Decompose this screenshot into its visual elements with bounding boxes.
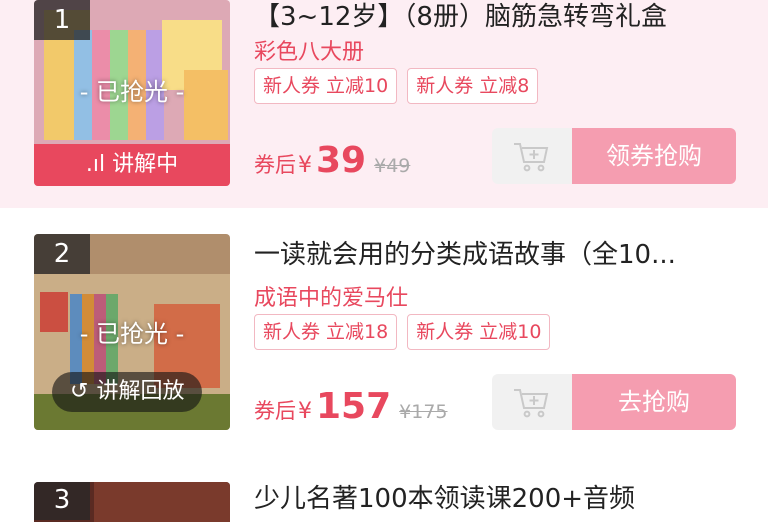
coupon-tag[interactable]: 新人券 立减10 (254, 68, 398, 104)
price-row: 券后¥ 157 ¥175 (254, 386, 448, 427)
add-to-cart-button[interactable] (492, 128, 572, 184)
coupon-tag[interactable]: 新人券 立减18 (254, 314, 398, 350)
add-to-cart-button[interactable] (492, 374, 572, 430)
price-label: 券后 (254, 399, 296, 423)
product-item[interactable]: 1 - 已抢光 - .ıl 讲解中 【3~12岁】（8册）脑筋急转弯礼盒 彩色八… (0, 0, 768, 208)
rank-badge: 3 (34, 482, 90, 520)
coupon-list: 新人券 立减18 新人券 立减10 (254, 314, 551, 350)
product-subtitle: 彩色八大册 (254, 40, 365, 65)
currency-symbol: ¥ (298, 153, 312, 178)
product-title[interactable]: 少儿名著100本领读课200+音频 (254, 478, 734, 515)
price-value: 39 (316, 140, 367, 181)
product-title[interactable]: 一读就会用的分类成语故事（全10... (254, 234, 734, 271)
original-price: ¥175 (399, 401, 448, 423)
rank-badge: 1 (34, 0, 90, 40)
cart-plus-icon (514, 389, 549, 418)
sold-out-label: - 已抢光 - (79, 320, 185, 348)
product-item[interactable]: 3 少儿名著100本领读课200+音频 (0, 472, 768, 522)
product-thumbnail[interactable]: 1 - 已抢光 - .ıl 讲解中 (34, 0, 230, 186)
product-list: 1 - 已抢光 - .ıl 讲解中 【3~12岁】（8册）脑筋急转弯礼盒 彩色八… (0, 0, 768, 522)
product-thumbnail[interactable]: 3 (34, 482, 230, 522)
coupon-tag[interactable]: 新人券 立减10 (407, 314, 551, 350)
price-label: 券后 (254, 153, 296, 177)
sold-out-label: - 已抢光 - (79, 78, 185, 106)
cart-plus-icon (514, 143, 549, 172)
currency-symbol: ¥ (298, 399, 312, 424)
replay-button[interactable]: ↺ 讲解回放 (52, 372, 203, 412)
coupon-list: 新人券 立减10 新人券 立减8 (254, 68, 539, 104)
price-row: 券后¥ 39 ¥49 (254, 140, 410, 181)
buy-button[interactable]: 去抢购 (572, 374, 736, 430)
product-item[interactable]: 2 - 已抢光 - ↺ 讲解回放 一读就会用的分类成语故事（全10... 成语中的… (0, 208, 768, 472)
replay-label: 讲解回放 (96, 379, 185, 404)
product-subtitle: 成语中的爱马仕 (254, 286, 409, 311)
price-value: 157 (316, 386, 392, 427)
live-explaining-bar[interactable]: .ıl 讲解中 (34, 144, 230, 186)
original-price: ¥49 (374, 155, 411, 177)
rank-badge: 2 (34, 234, 90, 274)
product-thumbnail[interactable]: 2 - 已抢光 - ↺ 讲解回放 (34, 234, 230, 430)
replay-icon: ↺ (70, 379, 89, 404)
buy-button[interactable]: 领券抢购 (572, 128, 736, 184)
coupon-tag[interactable]: 新人券 立减8 (407, 68, 539, 104)
product-title[interactable]: 【3~12岁】（8册）脑筋急转弯礼盒 (254, 0, 734, 33)
